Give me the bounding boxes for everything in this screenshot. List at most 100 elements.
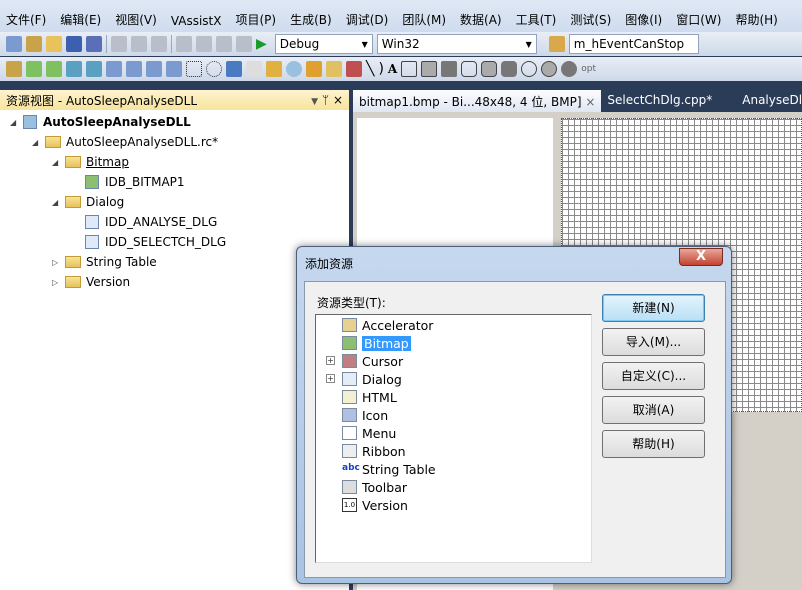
save-icon[interactable] <box>66 36 82 52</box>
add-item-icon[interactable] <box>26 36 42 52</box>
brush-icon[interactable] <box>326 61 342 77</box>
list-item-icon[interactable]: Icon <box>342 406 388 424</box>
doc-icon[interactable] <box>106 61 122 77</box>
eyedropper-icon[interactable] <box>226 61 242 77</box>
menu-team[interactable]: 团队(M) <box>402 11 446 28</box>
magnify-icon[interactable] <box>286 61 302 77</box>
list-item-dialog[interactable]: Dialog <box>342 370 402 388</box>
paste-icon[interactable] <box>151 36 167 52</box>
tab-analysedlg[interactable]: AnalyseDlg <box>736 90 802 112</box>
save-all-icon[interactable] <box>86 36 102 52</box>
filled-ellipse-icon[interactable] <box>561 61 578 77</box>
airbrush-icon[interactable] <box>346 61 362 77</box>
curve-icon[interactable]: ) <box>378 61 383 77</box>
new-button[interactable]: 新建(N) <box>602 294 705 322</box>
list-item-bitmap[interactable]: Bitmap <box>342 334 411 352</box>
menu-help[interactable]: 帮助(H) <box>735 11 777 28</box>
start-debug-icon[interactable]: ▶ <box>256 36 267 52</box>
pencil-icon[interactable] <box>306 61 322 77</box>
filled-rectangle-icon[interactable] <box>441 61 458 77</box>
navigate-back-icon[interactable] <box>216 36 232 52</box>
menu-vassistx[interactable]: VAssistX <box>171 14 222 28</box>
list-item-version[interactable]: 1.0 Version <box>342 496 408 514</box>
undo-icon[interactable] <box>176 36 192 52</box>
line-icon[interactable]: ╲ <box>366 61 374 77</box>
filled-rectangle-outline-icon[interactable] <box>421 61 438 77</box>
close-icon[interactable]: × <box>333 93 343 107</box>
config-select[interactable]: Debug ▼ <box>274 34 373 54</box>
image-icon[interactable] <box>66 61 82 77</box>
filled-ellipse-outline-icon[interactable] <box>541 61 558 77</box>
tree-item-rc[interactable]: ◢ AutoSleepAnalyseDLL.rc* <box>0 132 349 152</box>
dialog-icon[interactable] <box>146 61 162 77</box>
resource-icon[interactable] <box>6 61 22 77</box>
options-dropdown[interactable]: opt <box>581 64 596 74</box>
menu-file[interactable]: 文件(F) <box>6 11 46 28</box>
tab-bitmap1[interactable]: bitmap1.bmp - Bi...48x48, 4 位, BMP] × <box>353 90 602 112</box>
round-rectangle-icon[interactable] <box>461 61 478 77</box>
step-icon[interactable] <box>26 61 42 77</box>
form-icon[interactable] <box>166 61 182 77</box>
tree-item-dialog[interactable]: ◢ Dialog <box>0 192 349 212</box>
list-item-html[interactable]: HTML <box>342 388 397 406</box>
image-copy-icon[interactable] <box>86 61 102 77</box>
platform-select[interactable]: Win32 ▼ <box>376 34 537 54</box>
ellipse-icon[interactable] <box>521 61 538 77</box>
tree-item-project[interactable]: ◢ AutoSleepAnalyseDLL <box>0 112 349 132</box>
tree-item-idd-analyse[interactable]: IDD_ANALYSE_DLG <box>0 212 349 232</box>
menu-data[interactable]: 数据(A) <box>460 11 502 28</box>
new-project-icon[interactable] <box>6 36 22 52</box>
find-input[interactable]: m_hEventCanStop <box>568 34 699 54</box>
close-button[interactable]: X <box>679 248 723 266</box>
fill-icon[interactable] <box>266 61 282 77</box>
resource-type-tree[interactable]: Accelerator Bitmap + Cursor + Dialog HTM… <box>315 314 592 563</box>
menu-view[interactable]: 视图(V) <box>115 11 157 28</box>
cancel-button[interactable]: 取消(A) <box>602 396 705 424</box>
version-icon: 1.0 <box>342 498 357 512</box>
list-item-menu[interactable]: Menu <box>342 424 396 442</box>
close-icon[interactable]: × <box>585 95 595 109</box>
custom-button[interactable]: 自定义(C)... <box>602 362 705 390</box>
list-item-toolbar[interactable]: Toolbar <box>342 478 407 496</box>
copy-icon[interactable] <box>131 36 147 52</box>
chevron-down-icon[interactable]: ▼ <box>311 97 318 107</box>
expand-icon[interactable]: + <box>326 356 335 365</box>
step-over-icon[interactable] <box>46 61 62 77</box>
open-icon[interactable] <box>46 36 62 52</box>
list-item-accelerator[interactable]: Accelerator <box>342 316 433 334</box>
import-button[interactable]: 导入(M)... <box>602 328 705 356</box>
rect-select-icon[interactable] <box>186 61 202 77</box>
redo-icon[interactable] <box>196 36 212 52</box>
doc2-icon[interactable] <box>126 61 142 77</box>
filled-round-rect-outline-icon[interactable] <box>481 61 498 77</box>
expand-icon[interactable]: + <box>326 374 335 383</box>
menu-debug[interactable]: 调试(D) <box>346 11 389 28</box>
rectangle-icon[interactable] <box>401 61 418 77</box>
menu-project[interactable]: 项目(P) <box>235 11 276 28</box>
eraser-icon[interactable] <box>246 61 262 77</box>
accelerator-icon <box>342 318 357 332</box>
tree-item-idb-bitmap1[interactable]: IDB_BITMAP1 <box>0 172 349 192</box>
separator <box>106 35 107 53</box>
filled-round-rect-icon[interactable] <box>501 61 518 77</box>
text-tool-icon[interactable]: A <box>388 62 397 76</box>
menu-tools[interactable]: 工具(T) <box>516 11 557 28</box>
help-button[interactable]: 帮助(H) <box>602 430 705 458</box>
list-item-cursor[interactable]: Cursor <box>342 352 403 370</box>
lasso-select-icon[interactable] <box>206 61 222 77</box>
tree-item-bitmap[interactable]: ◢ Bitmap <box>0 152 349 172</box>
menu-build[interactable]: 生成(B) <box>290 11 332 28</box>
menu-image[interactable]: 图像(I) <box>625 11 662 28</box>
tree-label: Bitmap <box>86 155 129 169</box>
image-editor-toolbar: ╲ ) A opt <box>0 57 802 81</box>
list-item-ribbon[interactable]: Ribbon <box>342 442 406 460</box>
pin-icon[interactable]: ᛘ <box>322 93 329 107</box>
navigate-forward-icon[interactable] <box>236 36 252 52</box>
menu-test[interactable]: 测试(S) <box>570 11 611 28</box>
find-in-files-icon[interactable] <box>548 36 565 52</box>
cut-icon[interactable] <box>111 36 127 52</box>
tab-selectchdlg[interactable]: SelectChDlg.cpp* <box>601 90 718 112</box>
menu-window[interactable]: 窗口(W) <box>676 11 721 28</box>
list-item-string-table[interactable]: abc String Table <box>342 460 436 478</box>
menu-edit[interactable]: 编辑(E) <box>60 11 101 28</box>
